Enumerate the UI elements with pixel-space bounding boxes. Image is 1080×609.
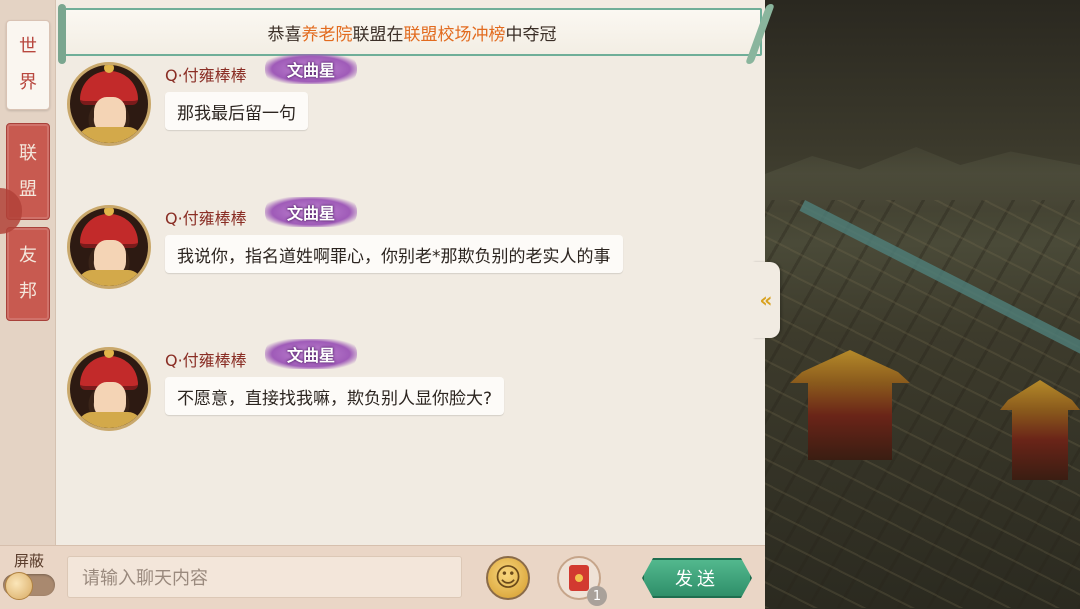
chat-message: Q·付雍棒棒 文曲星 那我最后留一句: [65, 54, 745, 162]
title-badge: 文曲星: [265, 197, 357, 227]
block-label: 屏蔽: [14, 552, 45, 570]
chat-input[interactable]: 请输入聊天内容: [67, 556, 462, 598]
channel-tabs: 世 界 联 盟 友 邦: [0, 0, 56, 545]
avatar[interactable]: [67, 205, 151, 289]
avatar[interactable]: [67, 347, 151, 431]
tab-world[interactable]: 世 界: [6, 20, 50, 110]
block-toggle[interactable]: [3, 572, 55, 600]
collapse-arrow-icon[interactable]: «: [752, 262, 780, 338]
announcement-banner: 恭喜 养老院 联盟在 联盟校场冲榜 中夺冠: [58, 4, 775, 64]
smiley-icon: ☺: [494, 563, 522, 593]
palace-scene-background: [765, 0, 1080, 608]
sender-name[interactable]: Q·付雍棒棒: [165, 205, 247, 229]
message-bubble: 那我最后留一句: [165, 92, 308, 130]
tab-world-char-1: 世: [19, 36, 37, 57]
avatar[interactable]: [67, 62, 151, 146]
banner-event-name: 联盟校场冲榜: [403, 24, 506, 45]
scroll-rod-left: [58, 4, 66, 64]
emoji-button[interactable]: ☺: [486, 556, 530, 600]
title-badge: 文曲星: [265, 54, 357, 84]
tab-world-char-2: 界: [19, 72, 37, 93]
red-envelope-icon: [569, 565, 589, 591]
message-bubble: 我说你，指名道姓啊罪心，你别老*那欺负别的老实人的事: [165, 235, 623, 273]
banner-prefix: 恭喜: [267, 24, 302, 45]
chat-message: Q·付雍棒棒 文曲星 不愿意，直接找我嘛，欺负别人显你脸大?: [65, 339, 745, 447]
sender-name[interactable]: Q·付雍棒棒: [165, 347, 247, 371]
tab-alliance-char-2: 盟: [19, 178, 37, 200]
sender-name[interactable]: Q·付雍棒棒: [165, 62, 247, 86]
chat-message: Q·付雍棒棒 文曲星 我说你，指名道姓啊罪心，你别老*那欺负别的老实人的事: [65, 197, 745, 305]
message-bubble: 不愿意，直接找我嘛，欺负别人显你脸大?: [165, 377, 505, 415]
banner-suffix: 中夺冠: [505, 24, 557, 45]
banner-alliance-name: 养老院: [301, 24, 353, 45]
red-packet-count: 1: [587, 586, 607, 606]
tab-friends[interactable]: 友 邦: [6, 227, 50, 321]
tab-alliance-char-1: 联: [19, 142, 37, 164]
tab-friends-char-2: 邦: [19, 281, 37, 302]
input-bar: 屏蔽 请输入聊天内容 ☺ 1 发送: [0, 545, 765, 609]
banner-mid: 联盟在: [352, 24, 404, 45]
tab-friends-char-1: 友: [19, 245, 37, 266]
toggle-knob: [5, 572, 33, 600]
title-badge: 文曲星: [265, 339, 357, 369]
send-button[interactable]: 发送: [642, 558, 752, 598]
chat-panel: 世 界 联 盟 友 邦 恭喜 养老院 联盟在 联盟校场冲榜 中夺冠 Q·付雍棒棒…: [0, 0, 775, 609]
mountains: [765, 147, 1080, 210]
